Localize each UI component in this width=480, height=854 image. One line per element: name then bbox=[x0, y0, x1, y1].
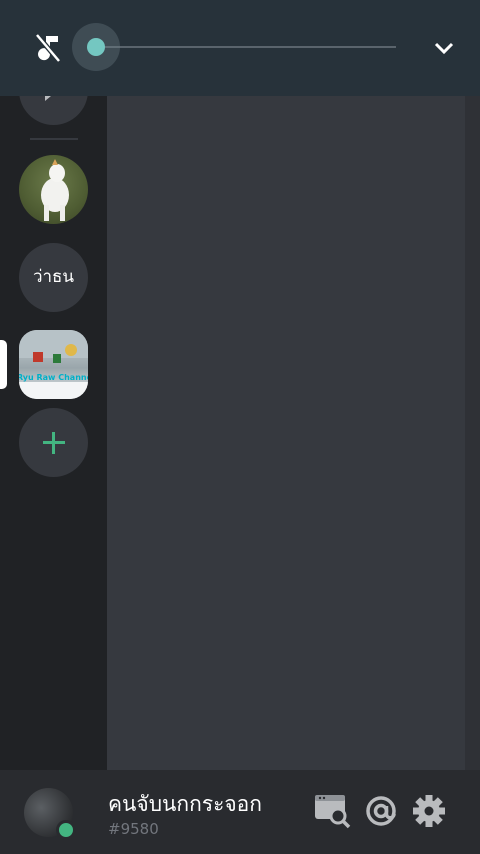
mentions-icon[interactable] bbox=[364, 792, 398, 830]
chevron-down-icon[interactable] bbox=[433, 40, 455, 56]
content-edge bbox=[465, 0, 480, 770]
music-player-bar bbox=[0, 0, 480, 96]
channel-image bbox=[19, 330, 88, 399]
username: คนจับนกกระจอก bbox=[108, 792, 263, 816]
channel-image-caption: Ryu Raw Channels bbox=[19, 373, 88, 382]
settings-gear-icon[interactable] bbox=[412, 792, 446, 830]
server-rail: ว่าธน Ryu Raw Channels bbox=[0, 0, 107, 770]
server-icon-dog[interactable] bbox=[19, 155, 88, 224]
user-panel: คนจับนกกระจอก #9580 bbox=[0, 770, 480, 854]
content-area bbox=[107, 0, 465, 770]
user-discriminator: #9580 bbox=[108, 820, 159, 838]
server-discovery-icon[interactable] bbox=[313, 792, 351, 830]
add-server-button[interactable] bbox=[19, 408, 88, 477]
server-icon-channels[interactable]: Ryu Raw Channels bbox=[19, 330, 88, 399]
music-off-icon[interactable] bbox=[34, 32, 62, 64]
dog-image bbox=[41, 159, 69, 221]
playback-slider-track[interactable] bbox=[96, 46, 396, 48]
server-icon-text[interactable]: ว่าธน bbox=[19, 243, 88, 312]
server-label: ว่าธน bbox=[32, 267, 75, 287]
selected-server-indicator bbox=[0, 340, 7, 389]
server-divider bbox=[30, 138, 78, 140]
plus-icon bbox=[43, 432, 65, 454]
playback-slider-thumb[interactable] bbox=[87, 38, 105, 56]
status-online-icon bbox=[56, 820, 76, 840]
